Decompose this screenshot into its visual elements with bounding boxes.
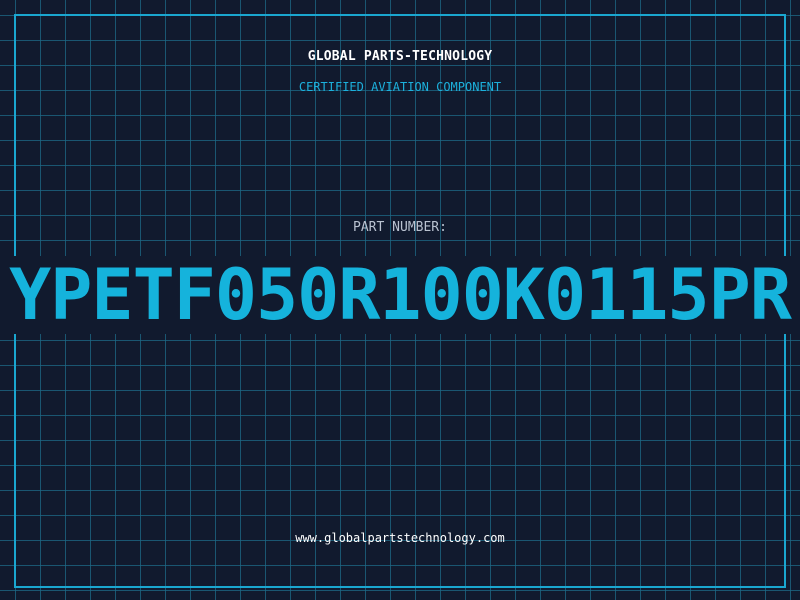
part-number-value: YPETF050R100K0115PR xyxy=(9,256,792,334)
part-number-label: PART NUMBER: xyxy=(353,220,447,235)
part-number-band: YPETF050R100K0115PR xyxy=(0,256,800,334)
certificate-card: GLOBAL PARTS-TECHNOLOGY CERTIFIED AVIATI… xyxy=(0,0,800,600)
brand-title: GLOBAL PARTS-TECHNOLOGY xyxy=(307,49,493,64)
tagline: CERTIFIED AVIATION COMPONENT xyxy=(298,80,502,94)
website-link[interactable]: www.globalpartstechnology.com xyxy=(0,531,800,545)
